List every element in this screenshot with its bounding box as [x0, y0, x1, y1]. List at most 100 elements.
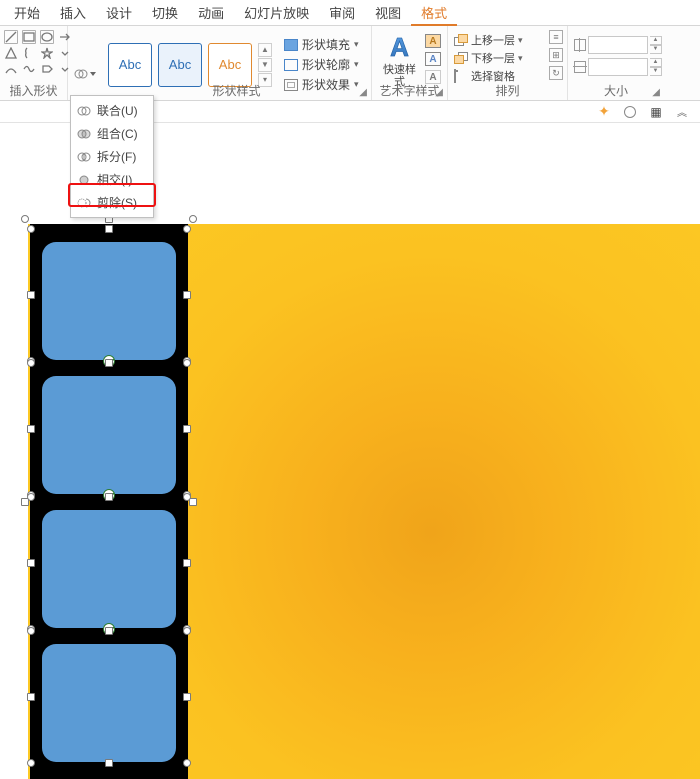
- resize-handle[interactable]: [105, 359, 113, 367]
- shape-ellipse-icon[interactable]: [40, 30, 54, 44]
- style-thumb-1[interactable]: Abc: [108, 43, 152, 87]
- shape-curve-icon[interactable]: [22, 62, 36, 76]
- resize-handle[interactable]: [27, 493, 35, 501]
- shape-width-input[interactable]: [588, 58, 648, 76]
- resize-handle[interactable]: [183, 627, 191, 635]
- shape-gallery[interactable]: [4, 30, 61, 76]
- tab-slideshow[interactable]: 幻灯片放映: [234, 0, 319, 26]
- shape-line-icon[interactable]: [4, 30, 18, 44]
- send-backward-button[interactable]: 下移一层 ▾: [454, 50, 561, 66]
- style-gallery-spinner[interactable]: ▲ ▼ ▾: [258, 43, 272, 87]
- height-down-button[interactable]: ▼: [650, 45, 662, 54]
- chevron-down-icon: ▾: [518, 53, 523, 64]
- tab-review[interactable]: 审阅: [319, 0, 365, 26]
- merge-fragment-label: 拆分(F): [97, 148, 136, 165]
- height-up-button[interactable]: ▲: [650, 36, 662, 45]
- resize-handle[interactable]: [183, 359, 191, 367]
- style-thumb-2[interactable]: Abc: [158, 43, 202, 87]
- resize-handle[interactable]: [21, 215, 29, 223]
- dialog-launcher-icon[interactable]: ◢: [652, 87, 660, 98]
- collapse-ribbon-button[interactable]: ︽: [674, 104, 690, 120]
- resize-handle[interactable]: [27, 559, 35, 567]
- tab-animations[interactable]: 动画: [188, 0, 234, 26]
- style-thumb-3[interactable]: Abc: [208, 43, 252, 87]
- merge-fragment-item[interactable]: 拆分(F): [73, 145, 151, 168]
- selection-box-shape-1: [30, 228, 188, 362]
- shape-fill-button[interactable]: 形状填充 ▾: [284, 36, 359, 53]
- merge-subtract-item[interactable]: 剪除(S): [73, 191, 151, 214]
- text-outline-button[interactable]: A: [425, 52, 441, 66]
- resize-handle[interactable]: [27, 425, 35, 433]
- tab-format[interactable]: 格式: [411, 0, 457, 26]
- tab-insert[interactable]: 插入: [50, 0, 96, 26]
- group-label: 插入形状: [9, 84, 57, 98]
- ribbon: 插入形状 Abc Abc Abc ▲ ▼ ▾ 形状填充 ▾: [0, 26, 700, 101]
- tab-transitions[interactable]: 切换: [142, 0, 188, 26]
- wordart-quick-styles-button[interactable]: A 快速样式: [378, 32, 421, 88]
- group-label: 形状样式: [212, 84, 260, 98]
- group-wordart-styles: A 快速样式 A A A 艺术字样式 ◢: [372, 26, 448, 100]
- shape-outline-button[interactable]: 形状轮廓 ▾: [284, 56, 359, 73]
- shape-height-input[interactable]: [588, 36, 648, 54]
- resize-handle[interactable]: [183, 291, 191, 299]
- group-label: 大小: [604, 84, 628, 98]
- chevron-down-icon: [90, 72, 96, 76]
- align-button[interactable]: ≡: [549, 30, 563, 44]
- chevron-down-icon: ▾: [354, 39, 359, 50]
- shape-fill-icon: [284, 39, 298, 51]
- tab-design[interactable]: 设计: [96, 0, 142, 26]
- resize-handle[interactable]: [183, 493, 191, 501]
- bring-forward-label: 上移一层: [471, 32, 515, 48]
- shape-brace-icon[interactable]: [22, 46, 36, 60]
- tab-home[interactable]: 开始: [4, 0, 50, 26]
- send-backward-label: 下移一层: [471, 50, 515, 66]
- resize-handle[interactable]: [105, 627, 113, 635]
- shape-connector-icon[interactable]: [4, 62, 18, 76]
- merge-shapes-menu: 联合(U) 组合(C) 拆分(F) 相交(I) 剪除(S): [70, 95, 154, 218]
- group-button[interactable]: ⊞: [549, 48, 563, 62]
- resize-handle[interactable]: [105, 493, 113, 501]
- resize-handle[interactable]: [189, 215, 197, 223]
- selection-box-shape-4: [30, 630, 188, 764]
- tab-view[interactable]: 视图: [365, 0, 411, 26]
- group-insert-shapes: 插入形状: [0, 26, 68, 100]
- resize-handle[interactable]: [105, 759, 113, 767]
- resize-handle[interactable]: [183, 225, 191, 233]
- star-icon[interactable]: ✦: [596, 104, 612, 120]
- settings-button[interactable]: [622, 104, 638, 120]
- merge-shapes-button[interactable]: [72, 64, 98, 84]
- rotate-button[interactable]: ↻: [549, 66, 563, 80]
- shape-star-icon[interactable]: [40, 46, 54, 60]
- width-down-button[interactable]: ▼: [650, 67, 662, 76]
- slide-canvas[interactable]: [0, 124, 700, 779]
- resize-handle[interactable]: [183, 759, 191, 767]
- bring-forward-button[interactable]: 上移一层 ▾: [454, 32, 561, 48]
- combine-icon: [77, 127, 91, 141]
- resize-handle[interactable]: [183, 425, 191, 433]
- shape-rect-icon[interactable]: [22, 30, 36, 44]
- resize-handle[interactable]: [183, 559, 191, 567]
- style-prev-button[interactable]: ▲: [258, 43, 272, 57]
- resize-handle[interactable]: [27, 291, 35, 299]
- resize-handle[interactable]: [27, 759, 35, 767]
- group-label: 艺术字样式: [379, 84, 439, 98]
- merge-intersect-item[interactable]: 相交(I): [73, 168, 151, 191]
- resize-handle[interactable]: [105, 225, 113, 233]
- resize-handle[interactable]: [27, 693, 35, 701]
- grid-icon[interactable]: ▦: [648, 104, 664, 120]
- resize-handle[interactable]: [27, 627, 35, 635]
- dialog-launcher-icon[interactable]: ◢: [359, 87, 367, 98]
- resize-handle[interactable]: [27, 225, 35, 233]
- text-fill-button[interactable]: A: [425, 34, 441, 48]
- merge-subtract-label: 剪除(S): [97, 194, 137, 211]
- style-next-button[interactable]: ▼: [258, 58, 272, 72]
- fragment-icon: [77, 150, 91, 164]
- width-up-button[interactable]: ▲: [650, 58, 662, 67]
- resize-handle[interactable]: [27, 359, 35, 367]
- merge-combine-item[interactable]: 组合(C): [73, 122, 151, 145]
- resize-handle[interactable]: [183, 693, 191, 701]
- merge-union-item[interactable]: 联合(U): [73, 99, 151, 122]
- shape-triangle-icon[interactable]: [4, 46, 18, 60]
- shape-right-icon[interactable]: [40, 62, 54, 76]
- dialog-launcher-icon[interactable]: ◢: [435, 87, 443, 98]
